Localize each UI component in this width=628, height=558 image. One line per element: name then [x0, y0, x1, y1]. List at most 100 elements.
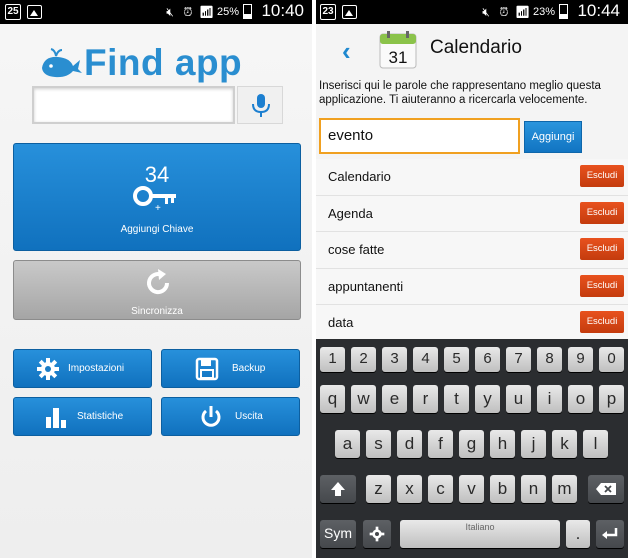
space-key[interactable]: Italiano: [400, 520, 560, 548]
battery-icon: [559, 4, 568, 19]
battery-percent: 23%: [532, 5, 555, 18]
exit-button[interactable]: Uscita: [161, 397, 300, 436]
tag-row: cose fatte Escludi: [316, 232, 628, 269]
key-1[interactable]: 1: [320, 347, 345, 372]
tag-row: data Escludi: [316, 305, 628, 342]
key-l[interactable]: l: [583, 430, 608, 458]
key-f[interactable]: f: [428, 430, 453, 458]
statistics-label: Statistiche: [77, 411, 124, 422]
key-c[interactable]: c: [428, 475, 453, 503]
mute-icon: 🔇︎: [166, 4, 174, 19]
key-0[interactable]: 0: [599, 347, 624, 372]
key-j[interactable]: j: [521, 430, 546, 458]
key-a[interactable]: a: [335, 430, 360, 458]
key-u[interactable]: u: [506, 385, 531, 413]
key-z[interactable]: z: [366, 475, 391, 503]
floppy-icon: [195, 357, 219, 381]
key-v[interactable]: v: [459, 475, 484, 503]
key-o[interactable]: o: [568, 385, 593, 413]
key-p[interactable]: p: [599, 385, 624, 413]
key-y[interactable]: y: [475, 385, 500, 413]
key-g[interactable]: g: [459, 430, 484, 458]
key-8[interactable]: 8: [537, 347, 562, 372]
notification-badge: 25: [5, 4, 21, 20]
exclude-button[interactable]: Escludi: [580, 201, 624, 224]
space-language-label: Italiano: [465, 522, 495, 532]
key-5[interactable]: 5: [444, 347, 469, 372]
add-tag-button[interactable]: Aggiungi: [524, 121, 582, 153]
mute-icon: 🔇︎: [482, 4, 490, 19]
shift-key[interactable]: [320, 475, 356, 503]
app-logo: Find app: [38, 42, 278, 86]
key-period[interactable]: .: [566, 520, 590, 548]
tag-label: data: [328, 315, 354, 330]
settings-key[interactable]: [363, 520, 391, 548]
tag-label: Calendario: [328, 169, 391, 184]
microphone-icon: [252, 94, 270, 117]
sync-label: Sincronizza: [131, 306, 183, 317]
app-title: Find app: [84, 42, 243, 83]
back-chevron-icon[interactable]: ‹: [342, 36, 351, 67]
tag-label: Agenda: [328, 205, 373, 221]
key-2[interactable]: 2: [351, 347, 376, 372]
tag-list: Calendario Escludi Agenda Escludi cose f…: [316, 159, 628, 342]
key-e[interactable]: e: [382, 385, 407, 413]
add-key-label: Aggiungi Chiave: [120, 224, 194, 235]
key-w[interactable]: w: [351, 385, 376, 413]
enter-key[interactable]: [596, 520, 624, 548]
key-x[interactable]: x: [397, 475, 422, 503]
calendar-app-icon: 31: [379, 31, 417, 69]
exclude-button[interactable]: Escludi: [580, 238, 624, 260]
backup-label: Backup: [232, 363, 266, 374]
symbols-key[interactable]: Sym: [320, 520, 356, 548]
key-s[interactable]: s: [366, 430, 391, 458]
exclude-button[interactable]: Escludi: [580, 274, 624, 297]
key-t[interactable]: t: [444, 385, 469, 413]
key-add-icon: +: [133, 186, 176, 212]
calendar-day: 31: [389, 48, 408, 67]
find-app-home-screen: 25 🔇︎ ⏰︎ 📶︎ 25% 10:40 Find app 34 + Aggi…: [0, 0, 312, 558]
on-screen-keyboard: 1 2 3 4 5 6 7 8 9 0 q w e r t y u i o p …: [316, 339, 628, 558]
exclude-button[interactable]: Escludi: [580, 165, 624, 187]
key-4[interactable]: 4: [413, 347, 438, 372]
key-m[interactable]: m: [552, 475, 577, 503]
wifi-icon: 📶︎: [198, 4, 215, 19]
backspace-key[interactable]: [588, 475, 624, 503]
page-title: Calendario: [430, 37, 522, 58]
status-bar: 23 🔇︎ ⏰︎ 📶︎ 23% 10:44: [316, 0, 628, 24]
key-6[interactable]: 6: [475, 347, 500, 372]
key-k[interactable]: k: [552, 430, 577, 458]
statistics-button[interactable]: Statistiche: [13, 397, 152, 436]
key-b[interactable]: b: [490, 475, 515, 503]
whale-icon: [42, 48, 82, 78]
key-3[interactable]: 3: [382, 347, 407, 372]
alarm-icon: ⏰︎: [183, 4, 193, 19]
key-i[interactable]: i: [537, 385, 562, 413]
voice-search-button[interactable]: [237, 86, 283, 124]
power-icon: [201, 406, 221, 427]
key-7[interactable]: 7: [506, 347, 531, 372]
enter-arrow-icon: [602, 528, 618, 539]
clock: 10:40: [261, 1, 304, 20]
alarm-icon: ⏰︎: [499, 4, 509, 19]
backup-button[interactable]: Backup: [161, 349, 300, 388]
search-input[interactable]: [32, 86, 235, 124]
settings-button[interactable]: Impostazioni: [13, 349, 152, 388]
gear-icon: [369, 526, 385, 542]
key-9[interactable]: 9: [568, 347, 593, 372]
tag-row: Agenda Escludi: [316, 195, 628, 232]
sync-button[interactable]: Sincronizza: [13, 260, 301, 320]
key-q[interactable]: q: [320, 385, 345, 413]
key-h[interactable]: h: [490, 430, 515, 458]
bar-chart-icon: [46, 408, 66, 428]
key-r[interactable]: r: [413, 385, 438, 413]
image-notification-icon: [27, 5, 42, 19]
add-key-button[interactable]: 34 + Aggiungi Chiave: [13, 143, 301, 251]
tag-input[interactable]: evento: [319, 118, 520, 154]
key-d[interactable]: d: [397, 430, 422, 458]
battery-icon: [243, 4, 252, 19]
svg-text:+: +: [155, 203, 161, 212]
key-n[interactable]: n: [521, 475, 546, 503]
exclude-button[interactable]: Escludi: [580, 311, 624, 333]
action-bar: ‹ 31 Calendario: [316, 24, 628, 72]
